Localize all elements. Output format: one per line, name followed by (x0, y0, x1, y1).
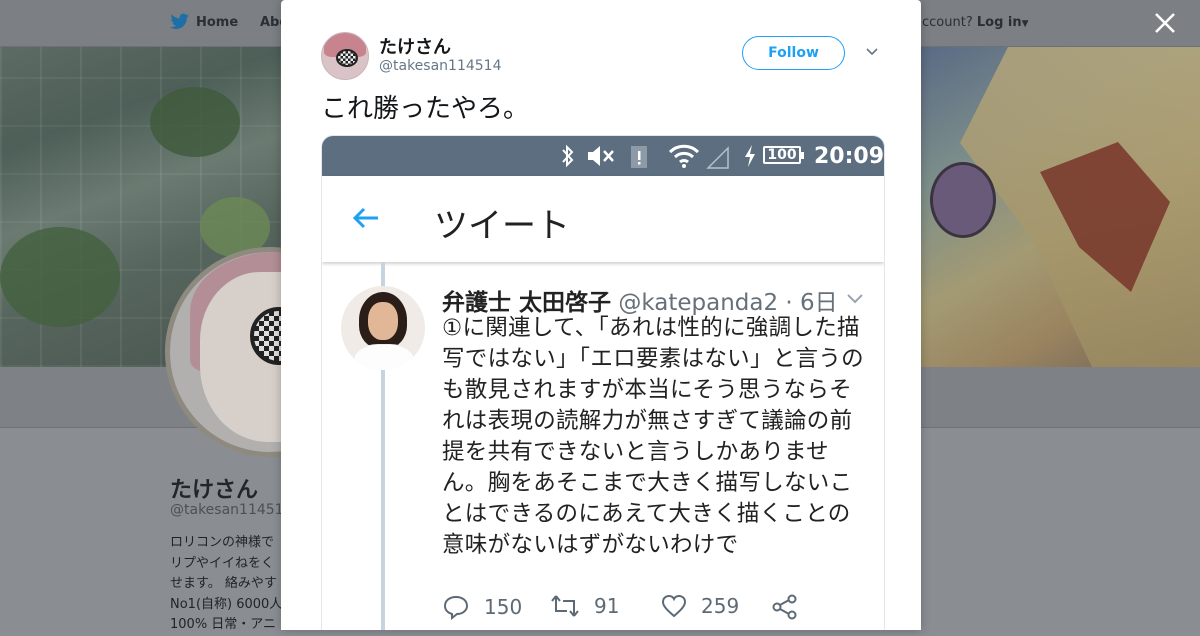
reply-icon (443, 595, 469, 620)
profile-bio: ロリコンの神様で リプやイイねをく せます。 絡みやす No1(自称) 6000… (170, 535, 283, 632)
follow-button[interactable]: Follow (742, 36, 845, 70)
status-time: 20:09 (814, 144, 885, 169)
retweet-action[interactable]: 91 (550, 594, 619, 618)
chevron-down-icon[interactable] (846, 291, 864, 310)
tweet-text: これ勝ったやろ。 (321, 94, 530, 124)
like-action[interactable]: 259 (661, 594, 739, 618)
mute-icon (588, 146, 614, 166)
nav-home-link[interactable]: Home (170, 13, 238, 31)
bluetooth-icon (562, 144, 574, 168)
retweet-icon (551, 595, 579, 617)
charging-icon (745, 145, 755, 167)
profile-banner-right (920, 47, 1200, 367)
battery-indicator: 100 (763, 146, 804, 164)
tweet-modal: たけさん @takesan114514 Follow これ勝ったやろ。 100 … (281, 0, 921, 630)
nav-home-label: Home (196, 14, 239, 30)
heart-icon (661, 594, 687, 618)
like-count: 259 (701, 594, 740, 618)
profile-handle: @takesan11451 (170, 502, 284, 518)
app-header-title: ツイート (434, 206, 570, 246)
quoted-tweet-text: ①に関連して、「あれは性的に強調した描写ではない」「エロ要素はない」と言うのも散… (442, 315, 864, 558)
close-modal-icon[interactable] (1154, 12, 1176, 37)
author-name[interactable]: たけさん (379, 33, 451, 59)
signal-icon (706, 146, 729, 169)
twitter-bird-icon (170, 13, 190, 29)
author-handle[interactable]: @takesan114514 (379, 58, 501, 74)
quoted-author-avatar[interactable] (341, 286, 425, 370)
attached-screenshot[interactable]: 100 20:09 ツイート 弁護士 太田啓子 @katepanda2 · 6日… (321, 135, 885, 630)
wifi-icon (668, 144, 700, 168)
caret-down-icon: ▼ (1021, 19, 1029, 29)
alert-icon (631, 146, 647, 168)
account-prompt: ccount? (922, 15, 973, 30)
retweet-count: 91 (594, 594, 620, 618)
share-action[interactable] (772, 594, 798, 620)
phone-status-bar: 100 20:09 (322, 136, 884, 176)
profile-name: たけさん (170, 478, 259, 503)
share-icon (772, 594, 797, 620)
app-header: ツイート (322, 176, 884, 262)
reply-action[interactable]: 150 (442, 594, 522, 620)
back-arrow-icon[interactable] (352, 206, 380, 234)
login-link[interactable]: Log in (977, 15, 1022, 30)
login-area: ccount? Log in▼ (922, 15, 1029, 30)
reply-count: 150 (484, 595, 523, 619)
chevron-down-icon[interactable] (865, 44, 879, 58)
quoted-tweet-header: 弁護士 太田啓子 @katepanda2 · 6日 (442, 283, 838, 317)
tweet-actions: 150 91 259 (442, 594, 872, 624)
author-avatar[interactable] (321, 32, 369, 80)
